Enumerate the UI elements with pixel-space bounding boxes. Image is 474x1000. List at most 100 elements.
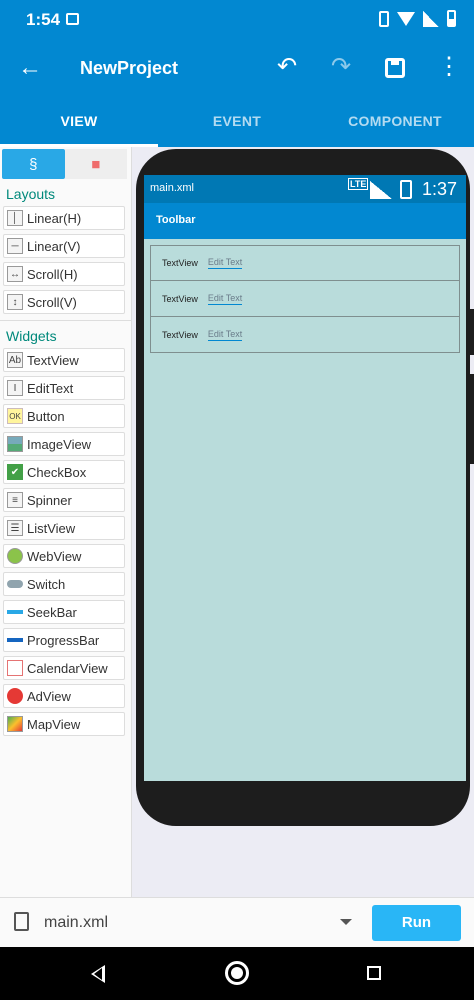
preview-toolbar-title: Toolbar	[156, 214, 196, 226]
palette-item-label: CalendarView	[27, 660, 108, 676]
webview-globe-icon	[7, 548, 23, 564]
switch-icon	[7, 580, 23, 588]
imageview-icon	[7, 436, 23, 452]
calendar-icon	[7, 660, 23, 676]
palette-item-button[interactable]: OK Button	[3, 404, 125, 428]
palette-tab-widgets[interactable]: §	[2, 149, 65, 179]
palette-item-label: TextView	[27, 352, 79, 368]
checkbox-icon: ✔	[7, 464, 23, 480]
preview-textview[interactable]: TextView	[162, 258, 198, 268]
nav-home-icon[interactable]	[225, 961, 249, 985]
palette-item-label: Button	[27, 408, 65, 424]
palette-item-seekbar[interactable]: SeekBar	[3, 600, 125, 624]
phone-side-button	[470, 374, 474, 464]
palette-tab-bookmarks[interactable]: ■	[64, 149, 127, 179]
palette-item-label: Linear(V)	[27, 238, 81, 254]
palette-item-spinner[interactable]: ≡ Spinner	[3, 488, 125, 512]
cell-signal-icon	[423, 10, 439, 27]
undo-icon[interactable]: ↶	[272, 52, 302, 82]
palette-widgets-icon: §	[29, 155, 38, 173]
palette-item-label: ListView	[27, 520, 76, 536]
preview-time: 1:37	[422, 179, 458, 199]
palette-item-scroll-v[interactable]: ↕ Scroll(V)	[3, 290, 125, 314]
scroll-v-icon: ↕	[7, 294, 23, 310]
image-notification-icon	[66, 13, 79, 25]
button-icon: OK	[7, 408, 23, 424]
palette-item-label: WebView	[27, 548, 82, 564]
preview-row[interactable]: TextView Edit Text	[150, 245, 460, 281]
preview-textview[interactable]: TextView	[162, 330, 198, 340]
preview-screen[interactable]: main.xml LTE 1:37 Toolbar TextView Edit …	[144, 175, 466, 781]
palette-item-linear-v[interactable]: ─ Linear(V)	[3, 234, 125, 258]
palette-item-label: Spinner	[27, 492, 72, 508]
phone-side-button	[470, 309, 474, 355]
system-nav-bar	[0, 947, 474, 1000]
listview-icon: ☰	[7, 520, 23, 536]
file-icon	[14, 912, 29, 931]
lte-icon: LTE	[348, 178, 369, 190]
save-icon	[385, 58, 405, 78]
palette-item-label: ImageView	[27, 436, 92, 452]
phone-preview-frame: main.xml LTE 1:37 Toolbar TextView Edit …	[136, 149, 474, 826]
palette-item-checkbox[interactable]: ✔ CheckBox	[3, 460, 125, 484]
layouts-header: Layouts	[6, 186, 56, 202]
preview-layout: TextView Edit Text TextView Edit Text Te…	[144, 239, 466, 359]
palette-item-edittext[interactable]: I EditText	[3, 376, 125, 400]
palette-item-listview[interactable]: ☰ ListView	[3, 516, 125, 540]
preview-battery-icon	[400, 180, 412, 199]
save-button[interactable]	[380, 52, 410, 86]
palette-item-label: EditText	[27, 380, 74, 396]
seekbar-icon	[7, 604, 23, 620]
palette-item-label: Scroll(H)	[27, 266, 78, 282]
preview-file-name: main.xml	[150, 182, 195, 194]
more-options-icon[interactable]: ⋮	[434, 52, 464, 82]
run-button[interactable]: Run	[372, 905, 461, 941]
back-arrow-icon[interactable]: ←	[18, 54, 44, 82]
palette-item-label: Scroll(V)	[27, 294, 77, 310]
widget-palette: § ■ Layouts │ Linear(H) ─ Linear(V) ↔ Scrol…	[0, 147, 132, 897]
dropdown-arrow-icon[interactable]	[340, 919, 352, 925]
palette-item-label: MapView	[27, 716, 81, 732]
palette-item-label: CheckBox	[27, 464, 87, 480]
tab-component[interactable]: COMPONENT	[316, 97, 474, 147]
spinner-icon: ≡	[7, 492, 23, 508]
palette-item-switch[interactable]: Switch	[3, 572, 125, 596]
palette-item-calendarview[interactable]: CalendarView	[3, 656, 125, 680]
scroll-h-icon: ↔	[7, 266, 23, 282]
nav-back-icon[interactable]	[91, 965, 105, 983]
file-selector[interactable]: main.xml	[44, 914, 108, 932]
preview-edittext[interactable]: Edit Text	[207, 257, 243, 269]
preview-edittext[interactable]: Edit Text	[207, 329, 243, 341]
palette-item-textview[interactable]: Ab TextView	[3, 348, 125, 372]
preview-textview[interactable]: TextView	[162, 294, 198, 304]
palette-item-label: AdView	[27, 688, 71, 704]
palette-item-linear-h[interactable]: │ Linear(H)	[3, 206, 125, 230]
palette-item-imageview[interactable]: ImageView	[3, 432, 125, 456]
palette-item-label: Switch	[27, 576, 66, 592]
tab-view[interactable]: VIEW	[0, 97, 158, 147]
vibrate-icon	[379, 10, 389, 27]
preview-signal-icon	[370, 181, 392, 199]
preview-status-bar: main.xml LTE 1:37	[144, 175, 466, 203]
preview-row[interactable]: TextView Edit Text	[150, 281, 460, 317]
redo-icon[interactable]: ↷	[326, 52, 356, 82]
editor-tabs: VIEW EVENT COMPONENT	[0, 97, 474, 147]
status-bar: 1:54	[0, 0, 474, 40]
battery-icon	[447, 10, 456, 27]
file-bar: main.xml Run	[0, 897, 474, 947]
palette-item-mapview[interactable]: MapView	[3, 712, 125, 736]
project-title: NewProject	[80, 58, 179, 78]
palette-item-progressbar[interactable]: ProgressBar	[3, 628, 125, 652]
palette-item-scroll-h[interactable]: ↔ Scroll(H)	[3, 262, 125, 286]
palette-item-label: ProgressBar	[27, 632, 100, 648]
tab-event[interactable]: EVENT	[158, 97, 316, 147]
nav-recents-icon[interactable]	[367, 966, 381, 980]
palette-item-adview[interactable]: AdView	[3, 684, 125, 708]
linear-h-icon: │	[7, 210, 23, 226]
preview-row[interactable]: TextView Edit Text	[150, 317, 460, 353]
preview-toolbar[interactable]: Toolbar	[144, 203, 466, 239]
edittext-icon: I	[7, 380, 23, 396]
preview-edittext[interactable]: Edit Text	[207, 293, 243, 305]
linear-v-icon: ─	[7, 238, 23, 254]
palette-item-webview[interactable]: WebView	[3, 544, 125, 568]
